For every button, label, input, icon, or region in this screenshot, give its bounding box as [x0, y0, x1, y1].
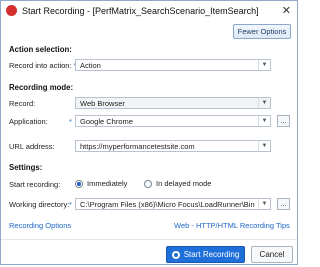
- record-into-action-label: Record into action:*: [9, 61, 76, 70]
- start-recording-label: Start recording:: [9, 180, 61, 189]
- application-text: Application:: [9, 117, 48, 126]
- radio-unselected-icon[interactable]: [144, 179, 152, 188]
- application-dropdown[interactable]: Google Chrome ▼: [75, 115, 271, 127]
- immediately-radio[interactable]: Immediately: [75, 179, 127, 188]
- radio-selected-icon[interactable]: [75, 179, 83, 188]
- working-directory-label: Working directory:: [9, 200, 70, 209]
- start-recording-label-text: Start Recording: [183, 250, 240, 259]
- recording-tips-link[interactable]: Web - HTTP/HTML Recording Tips: [174, 221, 290, 230]
- footer-divider: [1, 239, 297, 240]
- working-directory-value: C:\Program Files (x86)\Micro Focus\LoadR…: [80, 199, 255, 209]
- record-icon: [171, 250, 180, 259]
- url-address-combo[interactable]: https://myperformancetestsite.com ▼: [75, 140, 271, 152]
- url-address-label: URL address:: [9, 142, 55, 151]
- application-value: Google Chrome: [80, 116, 133, 126]
- chevron-down-icon[interactable]: ▼: [258, 141, 270, 151]
- url-address-value: https://myperformancetestsite.com: [80, 141, 195, 151]
- record-label: Record:: [9, 99, 36, 108]
- start-recording-dialog: Start Recording - [PerfMatrix_SearchScen…: [0, 0, 298, 265]
- chevron-down-icon[interactable]: ▼: [258, 60, 270, 70]
- record-into-action-dropdown[interactable]: Action ▼: [75, 59, 271, 71]
- application-browse-button[interactable]: ...: [277, 115, 290, 127]
- recording-options-link[interactable]: Recording Options: [9, 221, 71, 230]
- required-marker: *: [69, 200, 72, 209]
- chevron-down-icon[interactable]: ▼: [258, 98, 270, 108]
- window-title: Start Recording - [PerfMatrix_SearchScen…: [22, 5, 259, 16]
- fewer-options-button[interactable]: Fewer Options: [233, 24, 291, 39]
- record-mode-value: Web Browser: [80, 98, 125, 108]
- title-bar[interactable]: Start Recording - [PerfMatrix_SearchScen…: [1, 1, 297, 20]
- working-directory-combo[interactable]: C:\Program Files (x86)\Micro Focus\LoadR…: [75, 198, 271, 210]
- delayed-mode-radio[interactable]: In delayed mode: [144, 179, 211, 188]
- action-selection-heading: Action selection:: [9, 45, 72, 54]
- immediately-label: Immediately: [87, 179, 128, 188]
- start-recording-button[interactable]: Start Recording: [166, 246, 245, 263]
- settings-heading: Settings:: [9, 163, 43, 172]
- chevron-down-icon[interactable]: ▼: [258, 116, 270, 126]
- record-into-action-text: Record into action:: [9, 61, 72, 70]
- required-marker: *: [69, 117, 72, 126]
- close-icon[interactable]: ✕: [282, 4, 291, 17]
- working-directory-browse-button[interactable]: ...: [277, 198, 290, 210]
- delayed-mode-label: In delayed mode: [156, 179, 212, 188]
- application-label: Application:: [9, 117, 48, 126]
- record-into-action-value: Action: [80, 60, 101, 70]
- chevron-down-icon[interactable]: ▼: [258, 199, 270, 209]
- record-mode-dropdown[interactable]: Web Browser ▼: [75, 97, 271, 109]
- loadrunner-icon: [6, 5, 17, 16]
- cancel-button[interactable]: Cancel: [251, 246, 293, 263]
- recording-mode-heading: Recording mode:: [9, 83, 74, 92]
